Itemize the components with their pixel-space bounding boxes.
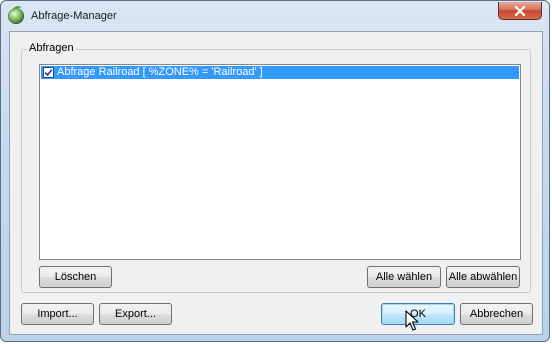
checkmark-icon (44, 69, 53, 77)
deselect-all-button[interactable]: Alle abwählen (446, 266, 520, 288)
export-button[interactable]: Export... (99, 303, 172, 325)
queries-group-label: Abfragen (27, 42, 76, 54)
query-label: Abfrage Railroad [ %ZONE% = 'Railroad' ] (57, 66, 263, 78)
query-list[interactable]: Abfrage Railroad [ %ZONE% = 'Railroad' ] (39, 64, 521, 260)
title-bar[interactable]: Abfrage-Manager (1, 1, 551, 31)
import-button[interactable]: Import... (21, 303, 94, 325)
app-globe-icon (8, 8, 24, 24)
query-checkbox[interactable] (43, 67, 54, 78)
select-all-button[interactable]: Alle wählen (367, 266, 441, 288)
mouse-pointer-icon (405, 310, 419, 331)
close-x-icon (514, 5, 526, 16)
list-item[interactable]: Abfrage Railroad [ %ZONE% = 'Railroad' ] (41, 66, 519, 79)
window-title: Abfrage-Manager (31, 10, 117, 22)
dialog-window: Abfrage-Manager Abfragen Abfrage Railroa… (0, 0, 550, 342)
close-button[interactable] (498, 2, 542, 20)
cancel-button[interactable]: Abbrechen (460, 303, 533, 325)
dialog-body: Abfragen Abfrage Railroad [ %ZONE% = 'Ra… (9, 31, 543, 335)
delete-button[interactable]: Löschen (39, 266, 112, 288)
